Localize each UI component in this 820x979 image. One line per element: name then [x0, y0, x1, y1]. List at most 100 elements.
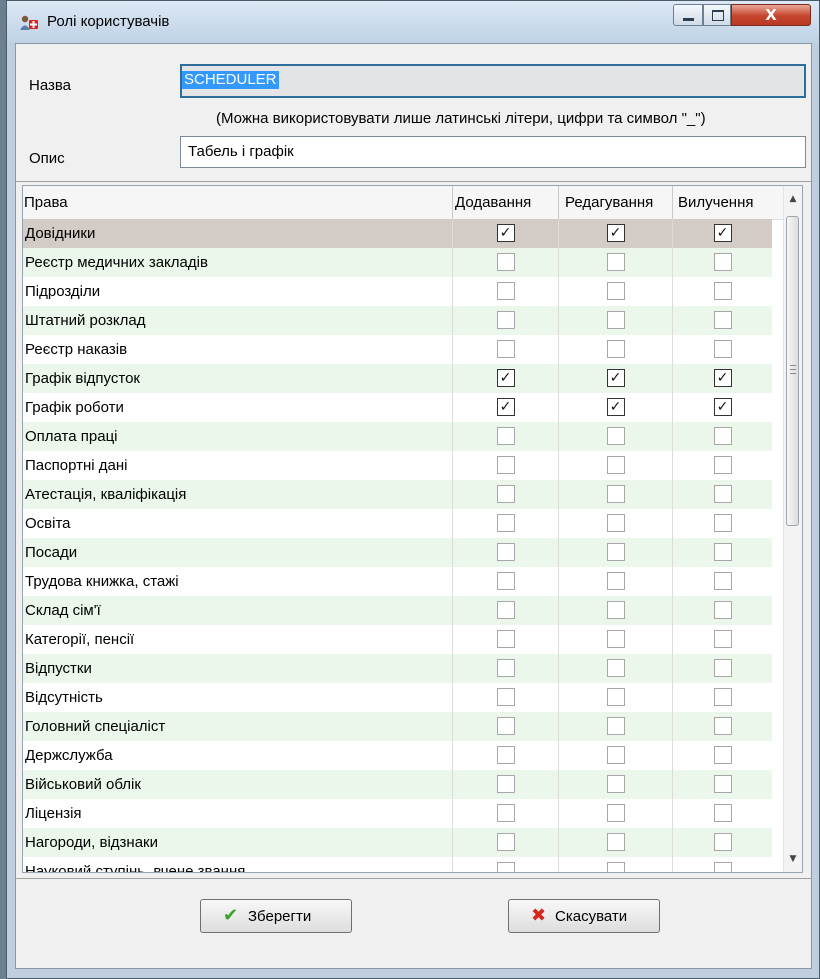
delete-checkbox[interactable]	[713, 253, 732, 271]
delete-checkbox[interactable]	[713, 717, 732, 735]
edit-checkbox[interactable]	[606, 630, 625, 648]
add-checkbox[interactable]	[496, 659, 515, 677]
add-checkbox[interactable]	[496, 601, 515, 619]
table-row[interactable]: Паспортні дані	[23, 451, 786, 480]
edit-checkbox[interactable]: ✓	[606, 398, 625, 416]
column-header-rights[interactable]: Права	[24, 194, 68, 211]
save-button[interactable]: ✔ Зберегти	[200, 899, 352, 933]
table-row[interactable]: Військовий облік	[23, 770, 786, 799]
add-checkbox[interactable]	[496, 630, 515, 648]
table-row[interactable]: Освіта	[23, 509, 786, 538]
delete-checkbox[interactable]	[713, 659, 732, 677]
delete-checkbox[interactable]	[713, 775, 732, 793]
title-bar[interactable]: Ролі користувачів X	[7, 1, 819, 43]
vertical-scrollbar[interactable]: ▲ ▼	[783, 186, 802, 872]
edit-checkbox[interactable]	[606, 456, 625, 474]
delete-checkbox[interactable]	[713, 630, 732, 648]
edit-checkbox[interactable]	[606, 746, 625, 764]
table-row[interactable]: Ліцензія	[23, 799, 786, 828]
delete-checkbox[interactable]	[713, 311, 732, 329]
edit-checkbox[interactable]	[606, 485, 625, 503]
delete-checkbox[interactable]	[713, 340, 732, 358]
edit-checkbox[interactable]	[606, 833, 625, 851]
add-checkbox[interactable]	[496, 543, 515, 561]
table-row[interactable]: Атестація, кваліфікація	[23, 480, 786, 509]
table-row[interactable]: Головний спеціаліст	[23, 712, 786, 741]
add-checkbox[interactable]	[496, 253, 515, 271]
table-row[interactable]: Графік роботи ✓ ✓ ✓	[23, 393, 786, 422]
delete-checkbox[interactable]	[713, 688, 732, 706]
edit-checkbox[interactable]	[606, 717, 625, 735]
add-checkbox[interactable]: ✓	[496, 369, 515, 387]
edit-checkbox[interactable]	[606, 514, 625, 532]
table-row[interactable]: Відпустки	[23, 654, 786, 683]
delete-checkbox[interactable]: ✓	[713, 398, 732, 416]
delete-checkbox[interactable]	[713, 282, 732, 300]
delete-checkbox[interactable]	[713, 804, 732, 822]
table-row[interactable]: Підрозділи	[23, 277, 786, 306]
add-checkbox[interactable]: ✓	[496, 224, 515, 242]
table-row[interactable]: Відсутність	[23, 683, 786, 712]
edit-checkbox[interactable]	[606, 862, 625, 872]
delete-checkbox[interactable]	[713, 456, 732, 474]
delete-checkbox[interactable]	[713, 833, 732, 851]
table-row[interactable]: Реєстр наказів	[23, 335, 786, 364]
delete-checkbox[interactable]	[713, 427, 732, 445]
add-checkbox[interactable]	[496, 775, 515, 793]
add-checkbox[interactable]	[496, 717, 515, 735]
table-row[interactable]: Штатний розклад	[23, 306, 786, 335]
edit-checkbox[interactable]	[606, 543, 625, 561]
table-row[interactable]: Держслужба	[23, 741, 786, 770]
table-row[interactable]: Категорії, пенсії	[23, 625, 786, 654]
delete-checkbox[interactable]	[713, 746, 732, 764]
delete-checkbox[interactable]	[713, 485, 732, 503]
edit-checkbox[interactable]	[606, 688, 625, 706]
delete-checkbox[interactable]	[713, 514, 732, 532]
close-button[interactable]: X	[731, 4, 811, 26]
table-row[interactable]: Науковий ступінь, вчене звання	[23, 857, 786, 872]
edit-checkbox[interactable]	[606, 282, 625, 300]
column-header-add[interactable]: Додавання	[455, 194, 531, 211]
edit-checkbox[interactable]	[606, 311, 625, 329]
delete-checkbox[interactable]	[713, 862, 732, 872]
add-checkbox[interactable]	[496, 688, 515, 706]
table-row[interactable]: Графік відпусток ✓ ✓ ✓	[23, 364, 786, 393]
add-checkbox[interactable]	[496, 427, 515, 445]
delete-checkbox[interactable]	[713, 601, 732, 619]
delete-checkbox[interactable]	[713, 543, 732, 561]
scroll-up-icon[interactable]: ▲	[784, 190, 802, 208]
add-checkbox[interactable]	[496, 311, 515, 329]
column-header-edit[interactable]: Редагування	[565, 194, 653, 211]
add-checkbox[interactable]: ✓	[496, 398, 515, 416]
edit-checkbox[interactable]	[606, 340, 625, 358]
add-checkbox[interactable]	[496, 804, 515, 822]
minimize-button[interactable]	[673, 4, 703, 26]
table-row[interactable]: Реєстр медичних закладів	[23, 248, 786, 277]
table-row[interactable]: Посади	[23, 538, 786, 567]
maximize-button[interactable]	[703, 4, 731, 26]
table-row[interactable]: Трудова книжка, стажі	[23, 567, 786, 596]
cancel-button[interactable]: ✖ Скасувати	[508, 899, 660, 933]
add-checkbox[interactable]	[496, 572, 515, 590]
edit-checkbox[interactable]	[606, 601, 625, 619]
edit-checkbox[interactable]	[606, 427, 625, 445]
scroll-thumb[interactable]	[786, 216, 799, 526]
edit-checkbox[interactable]	[606, 572, 625, 590]
add-checkbox[interactable]	[496, 456, 515, 474]
edit-checkbox[interactable]: ✓	[606, 369, 625, 387]
table-row[interactable]: Довідники ✓ ✓ ✓	[23, 219, 786, 248]
add-checkbox[interactable]	[496, 485, 515, 503]
delete-checkbox[interactable]	[713, 572, 732, 590]
add-checkbox[interactable]	[496, 514, 515, 532]
add-checkbox[interactable]	[496, 833, 515, 851]
column-header-delete[interactable]: Вилучення	[678, 194, 753, 211]
edit-checkbox[interactable]	[606, 659, 625, 677]
table-row[interactable]: Склад сім'ї	[23, 596, 786, 625]
add-checkbox[interactable]	[496, 746, 515, 764]
edit-checkbox[interactable]	[606, 804, 625, 822]
table-row[interactable]: Нагороди, відзнаки	[23, 828, 786, 857]
edit-checkbox[interactable]	[606, 775, 625, 793]
delete-checkbox[interactable]: ✓	[713, 369, 732, 387]
description-field[interactable]: Табель і графік	[180, 136, 806, 168]
delete-checkbox[interactable]: ✓	[713, 224, 732, 242]
